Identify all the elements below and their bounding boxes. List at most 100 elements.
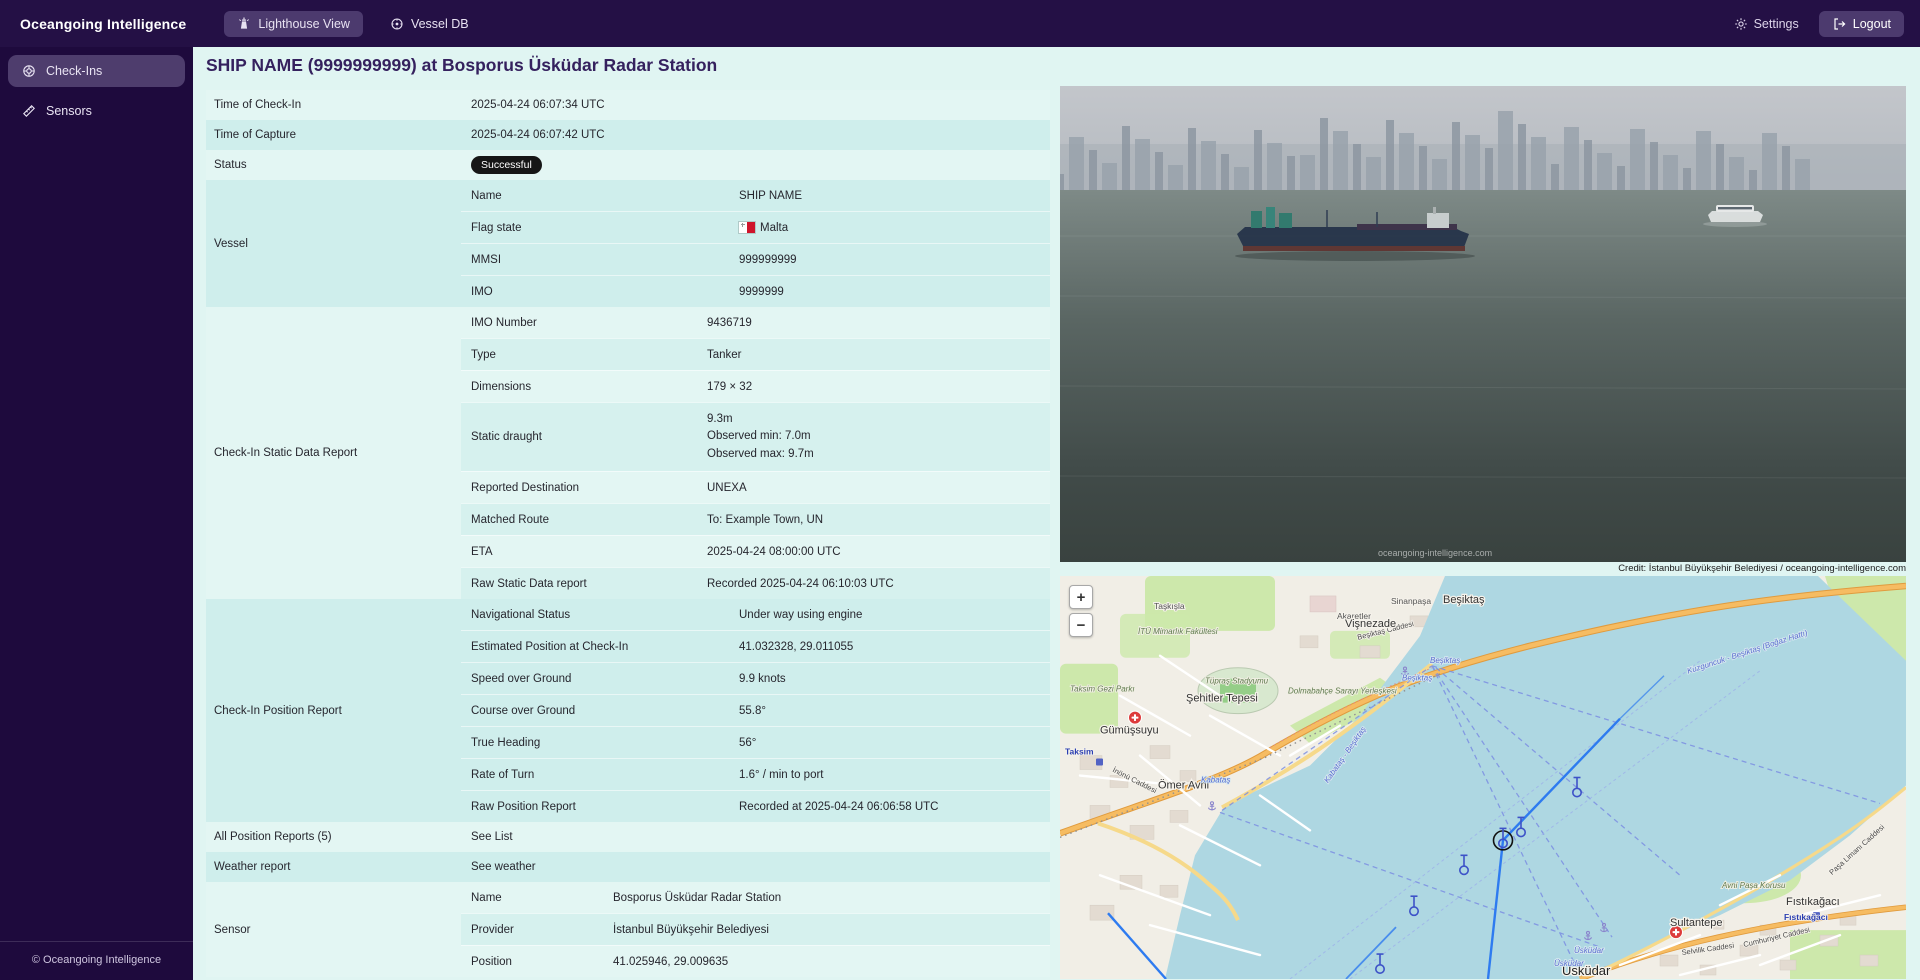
gear-icon xyxy=(1734,17,1748,31)
logout-button[interactable]: Logout xyxy=(1819,11,1904,37)
detail-row-value: 2025-04-24 06:07:34 UTC xyxy=(461,90,1050,120)
map-label: Beşiktaş xyxy=(1443,594,1485,606)
nested-row-label: Static draught xyxy=(471,431,707,443)
nested-row-value: 2025-04-24 08:00:00 UTC xyxy=(707,546,1050,558)
nested-row-value: 41.025946, 29.009635 xyxy=(613,956,1050,968)
detail-row-label: Check-In Static Data Report xyxy=(206,307,461,599)
map-label: Dolmabahçe Sarayı Yerleşkesi xyxy=(1288,687,1397,696)
top-nav: Lighthouse View Vessel DB xyxy=(224,11,481,37)
nested-row: Navigational StatusUnder way using engin… xyxy=(461,599,1050,630)
map-label: Taksim xyxy=(1065,747,1094,757)
logout-label: Logout xyxy=(1853,17,1891,31)
nested-row: ETA2025-04-24 08:00:00 UTC xyxy=(461,535,1050,567)
nested-row: IMO9999999 xyxy=(461,275,1050,307)
detail-row-value: 2025-04-24 06:07:42 UTC xyxy=(461,120,1050,150)
nested-row-value: Recorded at 2025-04-24 06:06:58 UTC xyxy=(739,801,1050,813)
detail-row: VesselNameSHIP NAMEFlag stateMaltaMMSI99… xyxy=(206,180,1050,307)
nested-row-value: 999999999 xyxy=(739,254,1050,266)
map-label: Üsküdar xyxy=(1554,959,1584,968)
nested-row-label: Course over Ground xyxy=(471,705,739,717)
sidebar-item-label: Check-Ins xyxy=(46,64,102,78)
location-map[interactable]: + − xyxy=(1060,576,1906,979)
detail-row-label: Sensor xyxy=(206,882,461,977)
detail-row: Weather reportSee weather xyxy=(206,852,1050,882)
nested-row: Position41.025946, 29.009635 xyxy=(461,945,1050,977)
detail-row-label: Time of Check-In xyxy=(206,90,461,120)
app-header: Oceangoing Intelligence Lighthouse View … xyxy=(0,0,1920,47)
nav-lighthouse-view[interactable]: Lighthouse View xyxy=(224,11,363,37)
map-label: Şehitler Tepesi xyxy=(1186,693,1258,705)
photo-credit: Credit: İstanbul Büyükşehir Belediyesi /… xyxy=(1060,562,1906,576)
nested-row-value: UNEXA xyxy=(707,482,1050,494)
nested-row-label: Dimensions xyxy=(471,381,707,393)
detail-row-value: Successful xyxy=(461,150,1050,180)
nested-row: Providerİstanbul Büyükşehir Belediyesi xyxy=(461,913,1050,945)
map-zoom-in-button[interactable]: + xyxy=(1069,585,1093,609)
nested-row-label: Navigational Status xyxy=(471,609,739,621)
compass-icon xyxy=(390,17,404,31)
main-content: SHIP NAME (9999999999) at Bosporus Üsküd… xyxy=(193,47,1920,980)
nested-row-label: Provider xyxy=(471,924,613,936)
nested-row-value: To: Example Town, UN xyxy=(707,514,1050,526)
nested-row: MMSI999999999 xyxy=(461,243,1050,275)
detail-row: All Position Reports (5)See List xyxy=(206,822,1050,852)
nested-row-label: Name xyxy=(471,190,739,202)
nested-row-value: 9436719 xyxy=(707,317,1050,329)
map-label: Tüpraş Stadyumu xyxy=(1205,677,1269,686)
nested-row: Matched RouteTo: Example Town, UN xyxy=(461,503,1050,535)
map-label: Fıstıkağacı xyxy=(1786,896,1840,908)
detail-row-label: All Position Reports (5) xyxy=(206,822,461,852)
sidebar-item-sensors[interactable]: Sensors xyxy=(8,95,185,127)
detail-row-label: Status xyxy=(206,150,461,180)
nested-row-value: 179 × 32 xyxy=(707,381,1050,393)
nested-row: Course over Ground55.8° xyxy=(461,694,1050,726)
nested-row-label: Type xyxy=(471,349,707,361)
nav-vessel-db[interactable]: Vessel DB xyxy=(377,11,482,37)
detail-row-label: Time of Capture xyxy=(206,120,461,150)
sidebar: Check-Ins Sensors © Oceangoing Intellige… xyxy=(0,47,193,980)
detail-row-label: Check-In Position Report xyxy=(206,599,461,822)
transit-station-marker xyxy=(1096,759,1103,766)
nested-row: IMO Number9436719 xyxy=(461,307,1050,338)
map-label: Fıstıkağacı xyxy=(1784,912,1828,922)
nested-row-label: Matched Route xyxy=(471,514,707,526)
nested-row: NameSHIP NAME xyxy=(461,180,1050,211)
settings-button[interactable]: Settings xyxy=(1734,17,1799,31)
nested-table: IMO Number9436719TypeTankerDimensions179… xyxy=(461,307,1050,599)
nested-row-value: SHIP NAME xyxy=(739,190,1050,202)
map-zoom-out-button[interactable]: − xyxy=(1069,613,1093,637)
lighthouse-icon xyxy=(237,17,251,31)
nested-row-value: İstanbul Büyükşehir Belediyesi xyxy=(613,924,1050,936)
sidebar-item-check-ins[interactable]: Check-Ins xyxy=(8,55,185,87)
nested-row: Rate of Turn1.6° / min to port xyxy=(461,758,1050,790)
nested-row: Flag stateMalta xyxy=(461,211,1050,243)
logout-icon xyxy=(1832,17,1846,31)
ruler-icon xyxy=(22,104,36,118)
nested-row-label: Flag state xyxy=(471,222,739,234)
nested-row-label: Estimated Position at Check-In xyxy=(471,641,739,653)
nested-row-value: Bosporus Üsküdar Radar Station xyxy=(613,892,1050,904)
nested-row-value: Under way using engine xyxy=(739,609,1050,621)
nested-table: Navigational StatusUnder way using engin… xyxy=(461,599,1050,822)
nested-row-label: Position xyxy=(471,956,613,968)
details-table: Time of Check-In2025-04-24 06:07:34 UTCT… xyxy=(206,90,1050,977)
map-label: Beşiktaş xyxy=(1430,656,1460,665)
detail-row: StatusSuccessful xyxy=(206,150,1050,180)
nested-row: True Heading56° xyxy=(461,726,1050,758)
map-label: Taşkışla xyxy=(1154,601,1185,611)
map-label: Gümüşsuyu xyxy=(1100,725,1159,737)
detail-row-link[interactable]: See List xyxy=(461,822,1050,852)
map-label: İTÜ Mimarlık Fakültesi xyxy=(1138,627,1218,636)
nested-row: Dimensions179 × 32 xyxy=(461,370,1050,402)
map-label: Avni Paşa Korusu xyxy=(1721,881,1786,890)
nested-row-label: Speed over Ground xyxy=(471,673,739,685)
nested-row: Static draught9.3mObserved min: 7.0mObse… xyxy=(461,402,1050,471)
vessel-photo: oceangoing-intelligence.com xyxy=(1060,86,1906,562)
nested-table: NameSHIP NAMEFlag stateMaltaMMSI99999999… xyxy=(461,180,1050,307)
map-label: Vişnezade xyxy=(1345,618,1396,630)
detail-row-link[interactable]: See weather xyxy=(461,852,1050,882)
nested-row-value: 56° xyxy=(739,737,1050,749)
sidebar-footer: © Oceangoing Intelligence xyxy=(0,941,193,980)
detail-row: Check-In Position ReportNavigational Sta… xyxy=(206,599,1050,822)
sidebar-item-label: Sensors xyxy=(46,104,92,118)
